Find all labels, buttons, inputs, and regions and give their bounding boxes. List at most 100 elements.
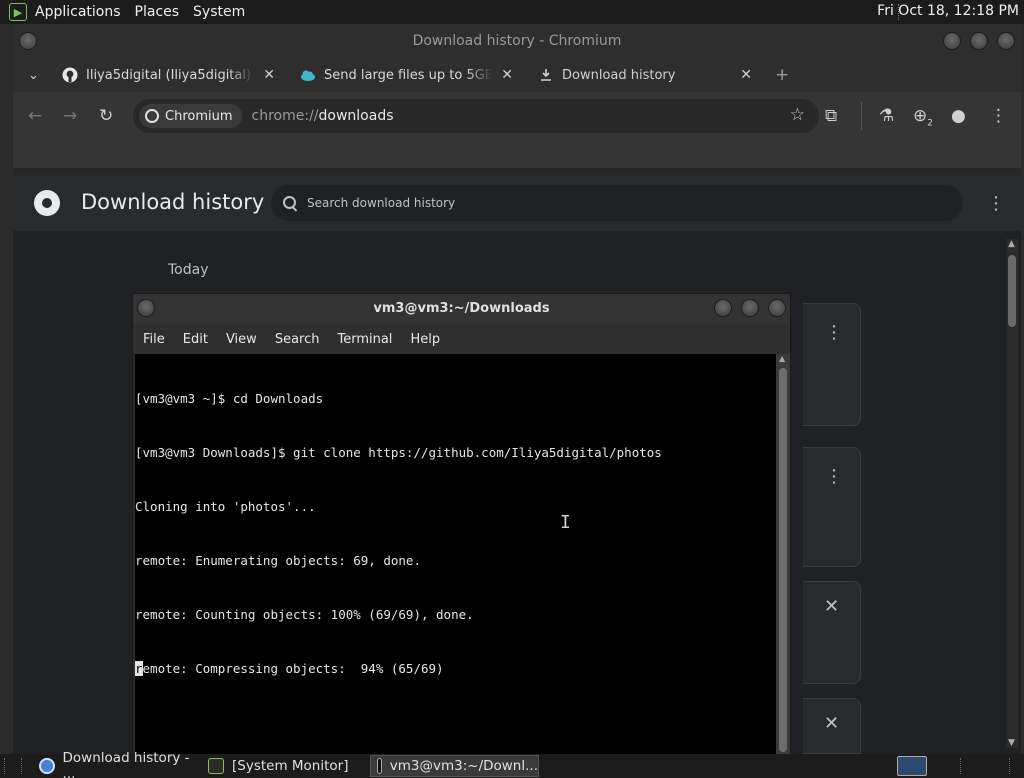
close-window-button[interactable] bbox=[997, 32, 1015, 50]
more-actions-icon[interactable]: ⋮ bbox=[987, 193, 1005, 214]
window-menu-button[interactable] bbox=[137, 299, 155, 317]
tab-title: Download history bbox=[562, 67, 676, 83]
maximize-button[interactable] bbox=[741, 299, 759, 317]
workspace-switcher[interactable] bbox=[960, 758, 1010, 774]
system-monitor-icon bbox=[208, 758, 224, 774]
taskbar-handle bbox=[4, 758, 22, 774]
date-section-heading: Today bbox=[168, 262, 209, 278]
terminal-menubar: File Edit View Search Terminal Help bbox=[133, 324, 790, 354]
remove-item-close-icon[interactable]: ✕ bbox=[824, 713, 839, 734]
download-item-card: ✕ bbox=[803, 698, 861, 754]
close-icon[interactable]: ✕ bbox=[740, 67, 752, 83]
terminal-line-current: remote: Compressing objects: 94% (65/69) bbox=[135, 660, 776, 678]
scroll-up-arrow-icon[interactable]: ▲ bbox=[1008, 239, 1015, 249]
terminal-titlebar[interactable]: vm3@vm3:~/Downloads bbox=[133, 294, 790, 324]
terminal-line: remote: Counting objects: 100% (69/69), … bbox=[135, 607, 474, 622]
tab-title: Send large files up to 5GB for bbox=[324, 67, 492, 83]
taskbar-item-label: [System Monitor] bbox=[232, 758, 349, 774]
download-icon bbox=[541, 69, 551, 81]
item-more-icon[interactable]: ⋮ bbox=[825, 322, 843, 343]
tab-search-button[interactable]: ⌄ bbox=[28, 58, 39, 92]
menu-places[interactable]: Places bbox=[135, 4, 180, 20]
minimize-button[interactable] bbox=[943, 32, 961, 50]
top-panel: ▶ Applications Places System Fri Oct 18,… bbox=[0, 0, 1024, 24]
menu-terminal[interactable]: Terminal bbox=[337, 332, 392, 347]
extensions-icon[interactable]: ⧉ bbox=[825, 106, 837, 126]
scroll-up-arrow-icon[interactable]: ▲ bbox=[779, 354, 785, 363]
url-host: downloads bbox=[318, 108, 394, 124]
menu-view[interactable]: View bbox=[226, 332, 257, 347]
taskbar-item-label: Download history - ... bbox=[62, 750, 190, 778]
tab-send-large-files[interactable]: Send large files up to 5GB for ✕ bbox=[300, 58, 513, 92]
site-info-chip[interactable]: Chromium bbox=[139, 104, 242, 128]
tab-github[interactable]: Iliya5digital (Iliya5digital) / Re ✕ bbox=[62, 58, 275, 92]
close-icon[interactable]: ✕ bbox=[501, 67, 513, 83]
terminal-scrollbar[interactable]: ▲ bbox=[776, 354, 790, 754]
terminal-title: vm3@vm3:~/Downloads bbox=[373, 301, 550, 316]
url-text[interactable]: chrome://downloads bbox=[252, 108, 394, 124]
search-icon bbox=[283, 196, 297, 210]
chrome-menu-icon[interactable]: ⋮ bbox=[990, 106, 1007, 126]
minimize-button[interactable] bbox=[714, 299, 732, 317]
menu-system[interactable]: System bbox=[193, 4, 245, 20]
toolbar-divider bbox=[861, 102, 862, 130]
window-title: Download history - Chromium bbox=[412, 33, 622, 49]
taskbar-item-chromium[interactable]: Download history - ... bbox=[33, 750, 201, 778]
page-title: Download history bbox=[81, 190, 265, 214]
reload-button[interactable]: ↻ bbox=[99, 106, 113, 126]
tab-title: Iliya5digital (Iliya5digital) / Re bbox=[86, 67, 254, 83]
menu-file[interactable]: File bbox=[143, 332, 165, 347]
window-menu-button[interactable] bbox=[19, 32, 37, 50]
terminal-line: remote: Enumerating objects: 69, done. bbox=[135, 553, 421, 568]
clock[interactable]: Fri Oct 18, 12:18 PM bbox=[877, 3, 1019, 19]
terminal-line: [vm3@vm3 ~]$ cd Downloads bbox=[135, 391, 324, 406]
back-button[interactable]: ← bbox=[28, 106, 42, 126]
address-bar[interactable]: Chromium chrome://downloads ☆ bbox=[133, 99, 819, 133]
chromium-logo-icon bbox=[34, 190, 60, 216]
menu-search[interactable]: Search bbox=[275, 332, 320, 347]
chromium-icon bbox=[39, 758, 55, 774]
terminal-line-text: emote: Compressing objects: 94% (65/69) bbox=[142, 661, 444, 676]
download-item-card: ✕ bbox=[803, 581, 861, 684]
menu-help[interactable]: Help bbox=[410, 332, 440, 347]
taskbar: Download history - ... [System Monitor] … bbox=[0, 750, 1024, 778]
toolbar: ← → ↻ Chromium chrome://downloads ☆ ⧉ ⚗ … bbox=[13, 92, 1021, 140]
close-window-button[interactable] bbox=[768, 299, 786, 317]
search-placeholder: Search download history bbox=[307, 196, 456, 210]
menu-applications[interactable]: Applications bbox=[35, 4, 121, 20]
downloads-header: Download history Search download history… bbox=[13, 175, 1021, 231]
remove-item-close-icon[interactable]: ✕ bbox=[824, 596, 839, 617]
item-more-icon[interactable]: ⋮ bbox=[825, 466, 843, 487]
tab-strip: ⌄ Iliya5digital (Iliya5digital) / Re ✕ S… bbox=[13, 58, 1021, 92]
cloud-icon bbox=[301, 70, 315, 81]
tab-download-history[interactable]: Download history ✕ bbox=[539, 58, 752, 92]
download-count-badge: 2 bbox=[927, 118, 933, 129]
show-desktop-icon[interactable] bbox=[897, 756, 927, 776]
chromium-titlebar[interactable]: Download history - Chromium bbox=[13, 24, 1021, 58]
downloads-button[interactable]: ⊕2 bbox=[913, 106, 933, 133]
page-scrollbar[interactable]: ▲ ▼ bbox=[1006, 239, 1018, 748]
bookmark-star-icon[interactable]: ☆ bbox=[790, 105, 805, 125]
chevron-down-icon: ⌄ bbox=[28, 67, 39, 83]
labs-flask-icon[interactable]: ⚗ bbox=[879, 106, 894, 126]
close-icon[interactable]: ✕ bbox=[263, 67, 275, 83]
profile-icon[interactable]: ● bbox=[951, 106, 966, 126]
terminal-output[interactable]: [vm3@vm3 ~]$ cd Downloads [vm3@vm3 Downl… bbox=[135, 354, 776, 754]
distro-logo-icon[interactable]: ▶ bbox=[9, 3, 27, 21]
menu-edit[interactable]: Edit bbox=[183, 332, 208, 347]
scrollbar-thumb[interactable] bbox=[779, 368, 787, 752]
download-item-card: ⋮ bbox=[803, 447, 861, 567]
scrollbar-thumb[interactable] bbox=[1008, 255, 1016, 327]
taskbar-item-system-monitor[interactable]: [System Monitor] bbox=[202, 755, 366, 777]
maximize-button[interactable] bbox=[970, 32, 988, 50]
forward-button[interactable]: → bbox=[63, 106, 77, 126]
mouse-ibeam-cursor-icon: I bbox=[560, 512, 571, 533]
search-input[interactable]: Search download history bbox=[271, 185, 963, 221]
new-tab-button[interactable]: + bbox=[775, 58, 789, 92]
chip-label: Chromium bbox=[165, 108, 233, 124]
terminal-window: vm3@vm3:~/Downloads File Edit View Searc… bbox=[132, 293, 791, 754]
taskbar-item-label: vm3@vm3:~/Downl... bbox=[389, 758, 538, 774]
scroll-down-arrow-icon[interactable]: ▼ bbox=[1008, 738, 1015, 748]
text-cursor: r bbox=[135, 661, 143, 676]
taskbar-item-terminal[interactable]: vm3@vm3:~/Downl... bbox=[370, 755, 539, 777]
